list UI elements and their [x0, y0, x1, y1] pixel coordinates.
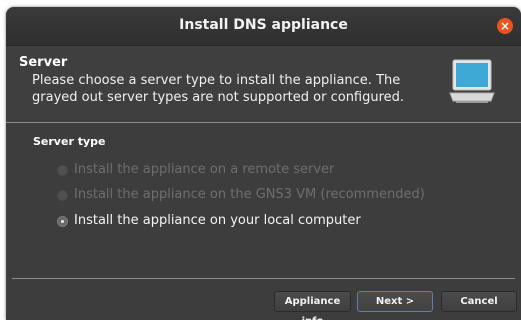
radio-button[interactable]	[57, 190, 68, 201]
appliance-info-button[interactable]: Appliance info	[274, 291, 351, 320]
page-description: Please choose a server type to install t…	[32, 73, 405, 105]
radio-button[interactable]	[57, 165, 68, 176]
install-appliance-dialog: Install DNS appliance × Server Please ch…	[6, 7, 521, 320]
option-label: Install the appliance on the GNS3 VM (re…	[74, 187, 425, 202]
title-bar[interactable]: Install DNS appliance ×	[6, 7, 521, 46]
monitor-icon	[449, 59, 495, 103]
radio-button-selected[interactable]	[57, 216, 68, 227]
option-label: Install the appliance on your local comp…	[74, 213, 361, 228]
next-button[interactable]: Next >	[357, 291, 433, 312]
option-label: Install the appliance on a remote server	[74, 162, 335, 177]
server-type-section: Server type Install the appliance on a r…	[6, 123, 521, 278]
close-button[interactable]: ×	[497, 18, 513, 34]
section-label-server-type: Server type	[33, 135, 106, 148]
window-title: Install DNS appliance	[179, 17, 348, 33]
page-title: Server	[19, 55, 68, 70]
wizard-header: Server Please choose a server type to in…	[6, 46, 521, 123]
footer-divider	[12, 278, 515, 279]
cancel-button[interactable]: Cancel	[441, 291, 517, 312]
